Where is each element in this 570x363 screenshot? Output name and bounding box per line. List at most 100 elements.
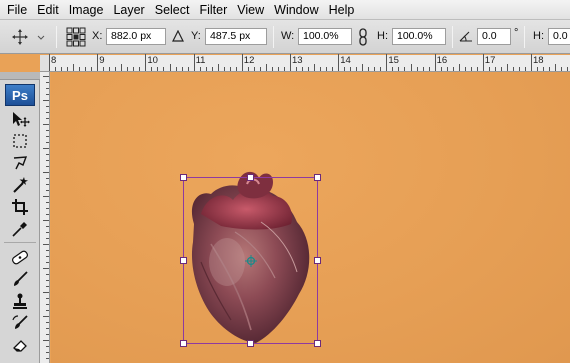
ruler-minor-tick bbox=[46, 106, 49, 107]
ruler-minor-tick bbox=[428, 67, 430, 71]
ruler-minor-tick bbox=[326, 67, 328, 71]
ruler-label: 15 bbox=[388, 55, 399, 66]
menu-image[interactable]: Image bbox=[65, 0, 108, 20]
transform-handle-bottom-right[interactable] bbox=[314, 340, 321, 347]
eyedropper-tool[interactable] bbox=[8, 218, 32, 240]
ruler-minor-tick bbox=[163, 67, 165, 71]
ruler-minor-tick bbox=[151, 67, 153, 71]
divider bbox=[524, 26, 525, 48]
menu-filter[interactable]: Filter bbox=[195, 0, 231, 20]
ruler-minor-tick bbox=[175, 67, 177, 71]
width-scale-field[interactable]: 100.0% bbox=[298, 28, 352, 45]
tools-panel-grip[interactable] bbox=[0, 72, 40, 80]
rectangular-marquee-tool[interactable] bbox=[8, 130, 32, 152]
clone-stamp-tool[interactable] bbox=[8, 290, 32, 312]
ruler-minor-tick bbox=[91, 67, 93, 71]
ruler-minor-tick bbox=[43, 268, 49, 269]
transform-handle-top-left[interactable] bbox=[180, 174, 187, 181]
history-brush-tool[interactable] bbox=[8, 312, 32, 334]
brush-tool[interactable] bbox=[8, 268, 32, 290]
menu-layer[interactable]: Layer bbox=[109, 0, 148, 20]
ruler-label: 17 bbox=[484, 55, 496, 66]
x-position-field[interactable]: 882.0 px bbox=[106, 28, 166, 45]
reference-point-locator[interactable] bbox=[66, 20, 86, 54]
transform-handle-left[interactable] bbox=[180, 257, 187, 264]
transform-handle-bottom[interactable] bbox=[247, 340, 254, 347]
ruler-major-tick bbox=[338, 54, 340, 71]
ruler-minor-tick bbox=[46, 136, 49, 137]
ruler-minor-tick bbox=[79, 67, 81, 71]
transform-handle-right[interactable] bbox=[314, 257, 321, 264]
tool-preset-picker[interactable] bbox=[10, 20, 46, 54]
ruler-minor-tick bbox=[46, 304, 49, 305]
ruler-minor-tick bbox=[368, 67, 370, 71]
y-position-field[interactable]: 487.5 px bbox=[205, 28, 267, 45]
rotate-angle-field[interactable]: 0.0 bbox=[477, 28, 511, 45]
move-tool-icon bbox=[13, 112, 30, 127]
link-icon[interactable] bbox=[357, 28, 369, 46]
transform-handle-bottom-left[interactable] bbox=[180, 340, 187, 347]
ruler-minor-tick bbox=[518, 67, 520, 71]
menu-select[interactable]: Select bbox=[151, 0, 194, 20]
ruler-minor-tick bbox=[46, 238, 49, 239]
eraser-icon bbox=[13, 340, 27, 352]
free-transform-bounding-box[interactable] bbox=[180, 174, 321, 347]
divider bbox=[452, 26, 453, 48]
y-label: Y: bbox=[191, 30, 201, 42]
ruler-minor-tick bbox=[46, 256, 49, 257]
ruler-minor-tick bbox=[446, 67, 448, 71]
ruler-label: 9 bbox=[99, 55, 105, 66]
ruler-minor-tick bbox=[398, 67, 400, 71]
menu-window[interactable]: Window bbox=[270, 0, 322, 20]
crop-tool[interactable] bbox=[8, 196, 32, 218]
ruler-minor-tick bbox=[46, 226, 49, 227]
ruler-minor-tick bbox=[247, 67, 249, 71]
move-tool[interactable] bbox=[8, 108, 32, 130]
ruler-minor-tick bbox=[43, 76, 49, 77]
ruler-major-tick bbox=[531, 54, 532, 71]
ruler-minor-tick bbox=[127, 67, 129, 71]
transform-handle-top-right[interactable] bbox=[314, 174, 321, 181]
eraser-tool[interactable] bbox=[8, 334, 32, 356]
menu-view[interactable]: View bbox=[233, 0, 268, 20]
ruler-minor-tick bbox=[332, 67, 334, 71]
ruler-minor-tick bbox=[55, 67, 57, 71]
document-canvas[interactable] bbox=[51, 72, 570, 363]
ruler-label: 10 bbox=[147, 55, 158, 66]
vertical-ruler[interactable] bbox=[40, 72, 50, 363]
ruler-minor-tick bbox=[46, 166, 49, 167]
crop-icon bbox=[12, 199, 28, 215]
ruler-minor-tick bbox=[73, 64, 75, 71]
transform-center-point-icon[interactable] bbox=[245, 255, 257, 267]
ruler-minor-tick bbox=[440, 67, 442, 71]
ruler-minor-tick bbox=[46, 346, 49, 347]
horizontal-ruler[interactable]: 8 9 10 11 12 13 14 15 16 17 18 bbox=[49, 54, 570, 72]
bandage-icon bbox=[12, 250, 28, 265]
relative-position-icon[interactable] bbox=[172, 30, 184, 42]
eyedropper-icon bbox=[12, 222, 27, 237]
stamp-icon bbox=[13, 293, 27, 309]
transform-handle-top[interactable] bbox=[247, 174, 254, 181]
ruler-minor-tick bbox=[169, 64, 171, 71]
horizontal-skew-label: H: bbox=[533, 30, 544, 42]
lasso-tool[interactable] bbox=[8, 152, 32, 174]
x-label: X: bbox=[92, 30, 103, 42]
ruler-minor-tick bbox=[46, 310, 49, 311]
ruler-minor-tick bbox=[506, 64, 508, 71]
ruler-minor-tick bbox=[308, 67, 310, 71]
ruler-minor-tick bbox=[253, 67, 255, 71]
horizontal-skew-field[interactable]: 0.0 bbox=[548, 28, 570, 45]
height-label: H: bbox=[377, 30, 388, 42]
ruler-minor-tick bbox=[115, 67, 117, 71]
ruler-major-tick bbox=[193, 54, 195, 71]
menu-edit[interactable]: Edit bbox=[33, 0, 63, 20]
height-scale-field[interactable]: 100.0% bbox=[392, 28, 446, 45]
healing-brush-tool[interactable] bbox=[8, 246, 32, 268]
ruler-major-tick bbox=[241, 54, 243, 71]
magic-wand-tool[interactable] bbox=[8, 174, 32, 196]
menu-help[interactable]: Help bbox=[325, 0, 359, 20]
ruler-minor-tick bbox=[205, 67, 207, 71]
ruler-minor-tick bbox=[43, 148, 49, 149]
menu-file[interactable]: File bbox=[3, 0, 31, 20]
ruler-label: 16 bbox=[436, 55, 448, 66]
